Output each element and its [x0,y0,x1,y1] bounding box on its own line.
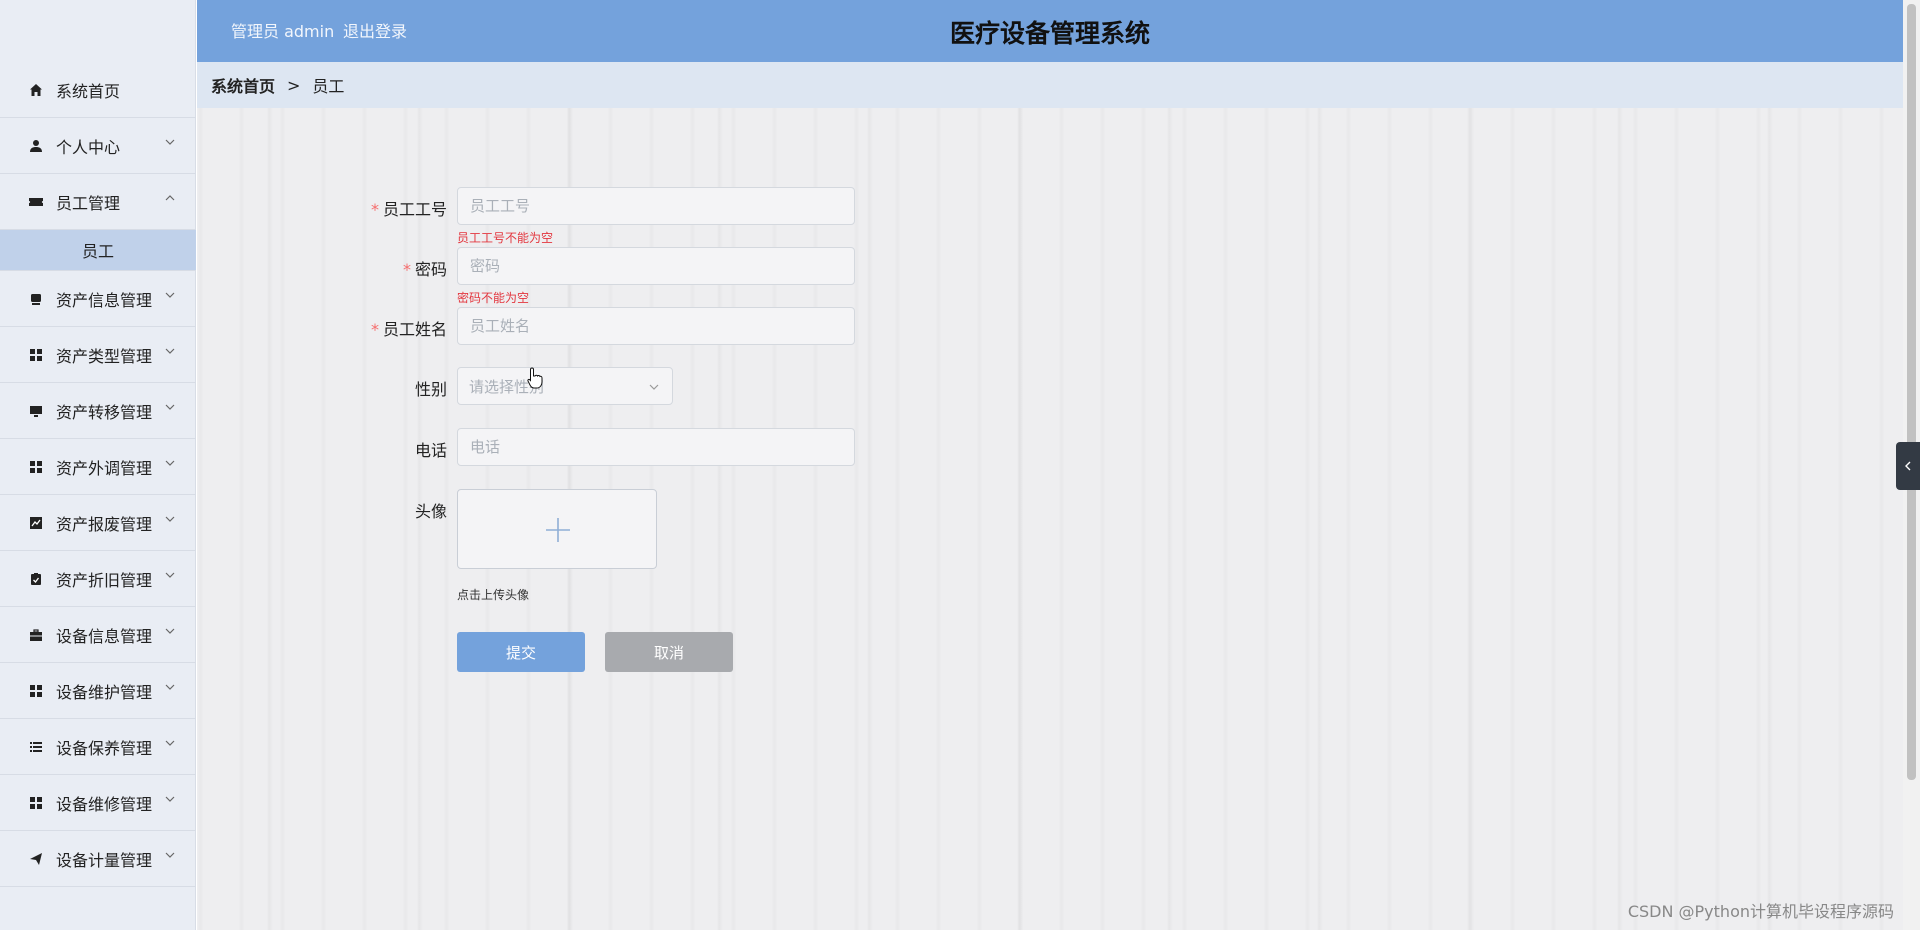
avatar-hint: 点击上传头像 [457,588,530,602]
app-title: 医疗设备管理系统 [949,19,1150,48]
main-content: *员工工号 员工工号不能为空 *密码 密码不能为空 *员工姓名 性别 请选择性别… [197,108,1903,930]
chevron-left-icon [1905,461,1911,471]
name-label-text: 员工姓名 [382,320,447,339]
sidebar-item-label: 资产转移管理 [56,402,153,422]
scrollbar-thumb[interactable] [1907,4,1916,780]
employee-id-error: 员工工号不能为空 [457,231,554,245]
sidebar-item-device-repair[interactable]: 设备维修管理 [0,775,196,831]
sidebar-item-device-info[interactable]: 设备信息管理 [0,607,196,663]
sidebar-item-label: 设备维修管理 [56,794,153,814]
plus-icon [546,518,570,542]
sidebar-item-label: 员工管理 [56,193,121,213]
clipboard-icon [28,571,44,587]
top-header: 管理员 admin 退出登录 医疗设备管理系统 [197,0,1903,62]
storage-icon [28,291,44,307]
sidebar-subitem-employee[interactable]: 员工 [0,230,196,271]
chart-icon [28,515,44,531]
required-mark: * [402,260,411,279]
list-icon [28,739,44,755]
user-icon [28,138,44,154]
sidebar-item-label: 资产报废管理 [56,514,153,534]
hand-cursor-icon [527,367,543,389]
chevron-down-icon [165,516,175,522]
sidebar-item-label: 设备信息管理 [56,626,153,646]
sidebar-item-profile[interactable]: 个人中心 [0,118,196,174]
chevron-down-icon [165,139,175,145]
chevron-down-icon [165,628,175,634]
sidebar-item-device-maintenance[interactable]: 设备维护管理 [0,663,196,719]
sidebar-subitem-label: 员工 [81,242,114,261]
home-icon [28,82,44,98]
breadcrumb-separator: > [287,75,301,95]
sidebar-item-label: 资产外调管理 [56,458,153,478]
chevron-down-icon [165,852,175,858]
sidebar-item-asset-scrap[interactable]: 资产报废管理 [0,495,196,551]
sidebar-item-label: 设备计量管理 [56,850,153,870]
grid-icon [28,683,44,699]
password-label-text: 密码 [414,260,447,279]
monitor-icon [28,403,44,419]
breadcrumb-home[interactable]: 系统首页 [211,73,275,97]
chevron-down-icon [165,740,175,746]
sidebar-item-label: 系统首页 [56,81,121,101]
side-panel-toggle[interactable] [1896,442,1920,490]
password-label: * 密码 [197,256,447,280]
chevron-down-icon [649,384,659,390]
sidebar-item-home[interactable]: 系统首页 [0,62,196,118]
chevron-down-icon [165,796,175,802]
password-input[interactable] [457,247,855,285]
sidebar-menu: 系统首页 个人中心 员工管理 员工 资产信息管理 资产类型管理 资产转移管理 资… [0,62,196,887]
grid-icon [28,459,44,475]
submit-button[interactable]: 提交 [457,632,585,672]
breadcrumb: 系统首页 > 员工 [197,62,1903,108]
chevron-down-icon [165,348,175,354]
required-mark: * [370,320,379,339]
chevron-down-icon [165,292,175,298]
employee-id-input[interactable] [457,187,855,225]
employee-id-label: * 员工工号 [197,196,447,220]
sidebar: 系统首页 个人中心 员工管理 员工 资产信息管理 资产类型管理 资产转移管理 资… [0,0,196,930]
sidebar-item-asset-info[interactable]: 资产信息管理 [0,271,196,327]
sidebar-item-device-metering[interactable]: 设备计量管理 [0,831,196,887]
sidebar-item-device-upkeep[interactable]: 设备保养管理 [0,719,196,775]
grid-icon [28,347,44,363]
employee-id-label-text: 员工工号 [382,200,447,219]
sidebar-item-label: 设备维护管理 [56,682,153,702]
grid-icon [28,795,44,811]
name-input[interactable] [457,307,855,345]
chevron-down-icon [165,684,175,690]
briefcase-icon [28,627,44,643]
phone-input[interactable] [457,428,855,466]
watermark: CSDN @Python计算机毕设程序源码 [1627,902,1894,921]
sidebar-item-asset-transfer[interactable]: 资产转移管理 [0,383,196,439]
avatar-uploader[interactable] [457,489,657,569]
sidebar-item-label: 设备保养管理 [56,738,153,758]
password-error: 密码不能为空 [457,291,530,305]
sidebar-item-label: 资产折旧管理 [56,570,153,590]
breadcrumb-current: 员工 [312,77,345,96]
chevron-down-icon [165,460,175,466]
avatar-label: 头像 [414,502,447,521]
sidebar-item-asset-type[interactable]: 资产类型管理 [0,327,196,383]
sidebar-item-label: 资产类型管理 [56,346,153,366]
gender-label: 性别 [414,380,447,399]
sidebar-item-asset-outsource[interactable]: 资产外调管理 [0,439,196,495]
phone-label: 电话 [414,441,447,460]
chevron-down-icon [165,404,175,410]
chevron-up-icon [165,195,175,201]
sidebar-item-label: 资产信息管理 [56,290,153,310]
required-mark: * [370,200,379,219]
chevron-down-icon [165,572,175,578]
ticket-icon [28,194,44,210]
send-icon [28,851,44,867]
gender-select[interactable]: 请选择性别 [457,367,673,405]
cancel-button[interactable]: 取消 [605,632,733,672]
sidebar-item-label: 个人中心 [56,137,121,157]
sidebar-item-employee-management[interactable]: 员工管理 [0,174,196,230]
name-label: * 员工姓名 [197,316,447,340]
sidebar-item-asset-depreciation[interactable]: 资产折旧管理 [0,551,196,607]
